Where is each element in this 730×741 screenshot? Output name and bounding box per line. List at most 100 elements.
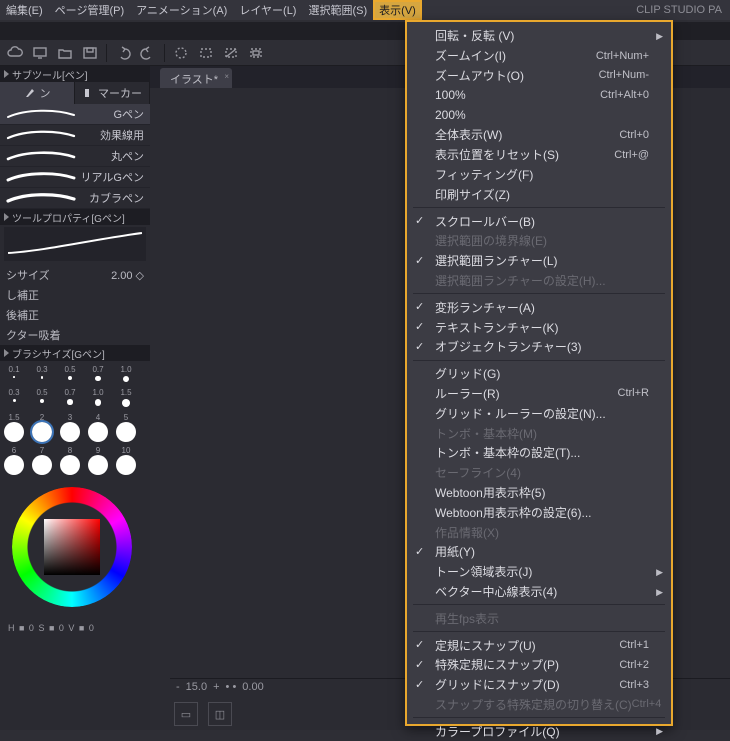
border-icon[interactable]	[245, 43, 267, 63]
menu-separator	[413, 604, 665, 605]
size-preset[interactable]: 1.0	[88, 388, 108, 407]
menu-item[interactable]: ズームアウト(O)Ctrl+Num-	[407, 66, 671, 86]
menu-item[interactable]: ✓特殊定規にスナップ(P)Ctrl+2	[407, 655, 671, 675]
menu-item[interactable]: トーン領域表示(J)▶	[407, 562, 671, 582]
check-icon: ✓	[415, 658, 424, 671]
menu-item[interactable]: ページ管理(P)	[49, 0, 130, 20]
menu-item[interactable]: カラープロファイル(Q)▶	[407, 721, 671, 741]
size-preset[interactable]: 0.3	[32, 365, 52, 382]
menu-item[interactable]: ✓スクロールバー(B)	[407, 211, 671, 231]
menu-separator	[413, 293, 665, 294]
deselect-icon[interactable]	[195, 43, 217, 63]
view-menu-dropdown[interactable]: 回転・反転 (V)▶ズームイン(I)Ctrl+Num+ズームアウト(O)Ctrl…	[405, 20, 673, 726]
menu-item[interactable]: ✓定規にスナップ(U)Ctrl+1	[407, 635, 671, 655]
brush-list[interactable]: Gペン効果線用丸ペンリアルGペンカブラペン	[0, 104, 150, 209]
screen-icon[interactable]	[29, 43, 51, 63]
menubar[interactable]: 編集(E)ページ管理(P)アニメーション(A)レイヤー(L)選択範囲(S)表示(…	[0, 0, 730, 20]
size-chip[interactable]: 6	[4, 446, 24, 475]
size-preset[interactable]: 0.5	[32, 388, 52, 407]
menu-item[interactable]: アニメーション(A)	[130, 0, 233, 20]
menu-item: トンボ・基本枠(M)	[407, 423, 671, 443]
brush-row[interactable]: 効果線用	[0, 125, 150, 146]
menu-item[interactable]: 印刷サイズ(Z)	[407, 184, 671, 204]
menu-item[interactable]: ルーラー(R)Ctrl+R	[407, 384, 671, 404]
menu-item[interactable]: フィッティング(F)	[407, 165, 671, 185]
brush-row[interactable]: リアルGペン	[0, 167, 150, 188]
menu-item[interactable]: 選択範囲(S)	[302, 0, 373, 20]
undo-icon[interactable]	[112, 43, 134, 63]
size-chip[interactable]: 3	[60, 413, 80, 442]
menu-item[interactable]: Webtoon用表示枠の設定(6)...	[407, 502, 671, 522]
tool-property-panel: シサイズ2.00 ◇し補正後補正クター吸着	[0, 227, 150, 345]
menu-item[interactable]: ズームイン(I)Ctrl+Num+	[407, 46, 671, 66]
property-row[interactable]: し補正	[0, 285, 150, 305]
save-icon[interactable]	[79, 43, 101, 63]
size-chip[interactable]: 8	[60, 446, 80, 475]
menu-item[interactable]: ベクター中心線表示(4)▶	[407, 582, 671, 602]
brushsize-panel-title: ブラシサイズ[Gペン]	[0, 345, 150, 361]
property-row[interactable]: クター吸着	[0, 325, 150, 345]
tool-tab-pen[interactable]: ン	[0, 82, 75, 104]
size-preset[interactable]: 1.5	[116, 388, 136, 407]
brush-row[interactable]: 丸ペン	[0, 146, 150, 167]
property-row[interactable]: 後補正	[0, 305, 150, 325]
size-chip[interactable]: 7	[32, 446, 52, 475]
folder-open-icon[interactable]	[54, 43, 76, 63]
redo-icon[interactable]	[137, 43, 159, 63]
menu-item[interactable]: 全体表示(W)Ctrl+0	[407, 125, 671, 145]
menu-item[interactable]: グリッド・ルーラーの設定(N)...	[407, 403, 671, 423]
size-chip[interactable]: 5	[116, 413, 136, 442]
menu-item[interactable]: 表示位置をリセット(S)Ctrl+@	[407, 145, 671, 165]
check-icon: ✓	[415, 545, 424, 558]
menu-item[interactable]: レイヤー(L)	[233, 0, 302, 20]
menu-item[interactable]: グリッド(G)	[407, 364, 671, 384]
menu-item[interactable]: ✓用紙(Y)	[407, 542, 671, 562]
menu-item[interactable]: 編集(E)	[0, 0, 49, 20]
menu-item[interactable]: ✓選択範囲ランチャー(L)	[407, 251, 671, 271]
menu-item[interactable]: ✓テキストランチャー(K)	[407, 317, 671, 337]
size-preset[interactable]: 0.5	[60, 365, 80, 382]
close-icon[interactable]: ×	[224, 72, 229, 81]
sv-square[interactable]	[44, 519, 100, 575]
property-row[interactable]: シサイズ2.00 ◇	[0, 265, 150, 285]
ruler-tool-1-icon[interactable]: ▭	[174, 702, 198, 726]
size-chip[interactable]: 9	[88, 446, 108, 475]
menu-item[interactable]: 表示(V)	[373, 0, 422, 20]
color-wheel-panel[interactable]: H ■ 0 S ■ 0 V ■ 0	[0, 483, 150, 633]
brush-row[interactable]: カブラペン	[0, 188, 150, 209]
pressure-curve[interactable]	[4, 227, 146, 261]
menu-item[interactable]: ✓グリッドにスナップ(D)Ctrl+3	[407, 675, 671, 695]
menu-item[interactable]: トンボ・基本枠の設定(T)...	[407, 443, 671, 463]
menu-item[interactable]: 100%Ctrl+Alt+0	[407, 85, 671, 105]
size-chip[interactable]: 2	[32, 413, 52, 442]
document-tab[interactable]: イラスト* ×	[160, 68, 232, 88]
size-preset[interactable]: 0.7	[88, 365, 108, 382]
menu-item[interactable]: ✓オブジェクトランチャー(3)	[407, 337, 671, 357]
tool-tab-marker[interactable]: マーカー	[75, 82, 150, 104]
zoom-minus[interactable]: -	[176, 681, 180, 693]
menu-separator	[413, 631, 665, 632]
clear-icon[interactable]	[170, 43, 192, 63]
cloud-icon[interactable]	[4, 43, 26, 63]
tab-label: イラスト*	[170, 74, 218, 86]
check-icon: ✓	[415, 300, 424, 313]
menu-separator	[413, 717, 665, 718]
size-preset[interactable]: 0.3	[4, 388, 24, 407]
menu-item[interactable]: ✓変形ランチャー(A)	[407, 297, 671, 317]
size-preset[interactable]: 1.0	[116, 365, 136, 382]
menu-item: 再生fps表示	[407, 608, 671, 628]
ruler-tool-2-icon[interactable]: ◫	[208, 702, 232, 726]
size-chip[interactable]: 4	[88, 413, 108, 442]
tool-tab-marker-label: マーカー	[98, 85, 142, 101]
brush-row[interactable]: Gペン	[0, 104, 150, 125]
zoom-plus[interactable]: +	[213, 681, 219, 693]
size-preset[interactable]: 0.1	[4, 365, 24, 382]
brushsize-panel: 0.10.30.50.71.0 0.30.50.71.01.5 1.52345 …	[0, 361, 150, 483]
menu-item[interactable]: 回転・反転 (V)▶	[407, 26, 671, 46]
invert-icon[interactable]	[220, 43, 242, 63]
size-chip[interactable]: 1.5	[4, 413, 24, 442]
size-preset[interactable]: 0.7	[60, 388, 80, 407]
menu-item[interactable]: Webtoon用表示枠(5)	[407, 483, 671, 503]
menu-item[interactable]: 200%	[407, 105, 671, 125]
size-chip[interactable]: 10	[116, 446, 136, 475]
